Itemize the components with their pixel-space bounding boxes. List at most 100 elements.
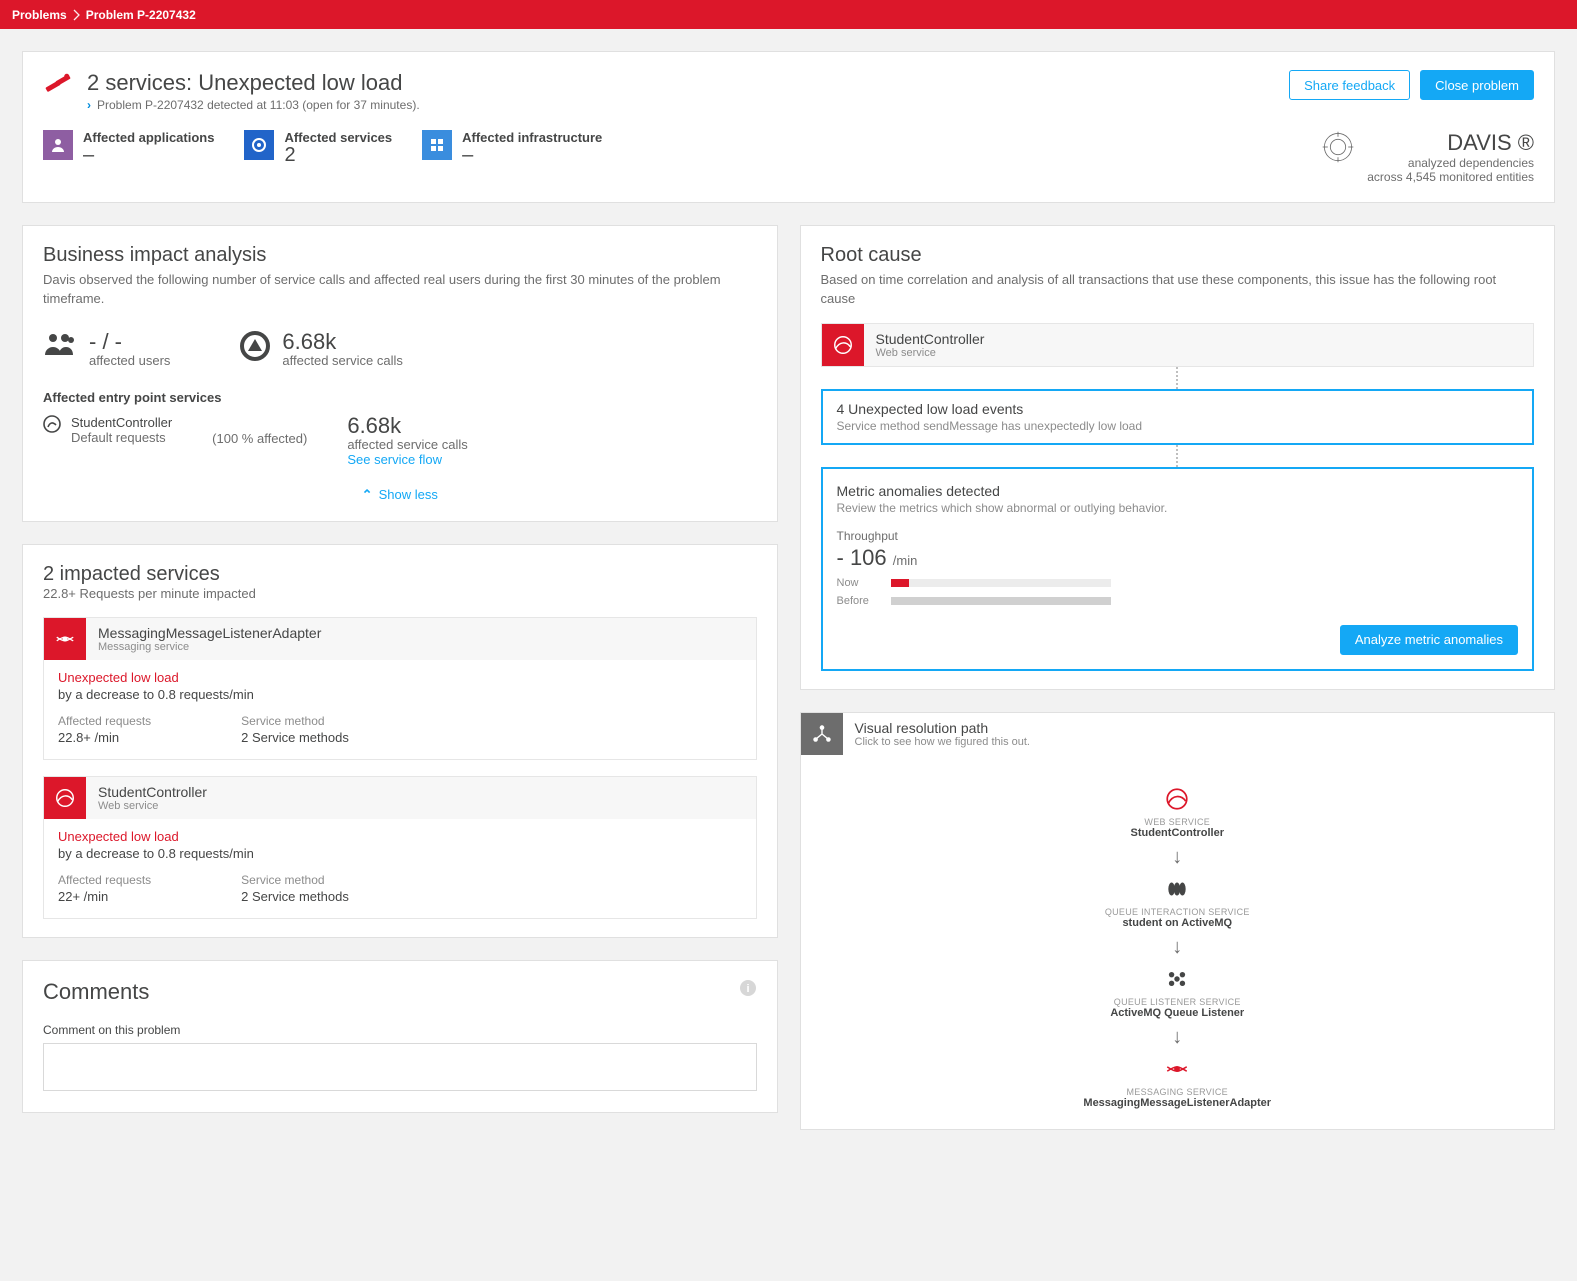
affected-requests-label: Affected requests	[58, 873, 151, 887]
connector-line	[1176, 445, 1178, 467]
rc-service-name: StudentController	[876, 331, 985, 347]
service-method-label: Service method	[241, 714, 349, 728]
throughput-label: Throughput	[837, 529, 1519, 543]
breadcrumb-root[interactable]: Problems	[12, 8, 67, 22]
breadcrumb-current: Problem P-2207432	[86, 8, 196, 22]
service-name: MessagingMessageListenerAdapter	[98, 625, 321, 641]
service-method-label: Service method	[241, 873, 349, 887]
impacted-service-card[interactable]: MessagingMessageListenerAdapter Messagin…	[43, 617, 757, 760]
davis-icon	[1321, 130, 1355, 167]
comments-title: Comments	[43, 979, 757, 1005]
rc-service-type: Web service	[876, 347, 985, 359]
davis-sub2: across 4,545 monitored entities	[1367, 170, 1534, 184]
services-icon	[244, 130, 274, 160]
messaging-service-icon	[44, 618, 86, 660]
flow-node[interactable]: MESSAGING SERVICE MessagingMessageListen…	[1083, 1055, 1271, 1109]
flow-node[interactable]: QUEUE LISTENER SERVICE ActiveMQ Queue Li…	[1110, 965, 1244, 1019]
flow-node[interactable]: WEB SERVICE StudentController	[1131, 785, 1225, 839]
entry-points-heading: Affected entry point services	[43, 390, 757, 405]
service-alert-detail: by a decrease to 0.8 requests/min	[58, 687, 742, 702]
bia-title: Business impact analysis	[43, 244, 757, 267]
problem-header-panel: 2 services: Unexpected low load ›Problem…	[22, 51, 1555, 203]
flow-node-category: WEB SERVICE	[1131, 817, 1225, 827]
service-method-value: 2 Service methods	[241, 889, 349, 904]
bia-desc: Davis observed the following number of s…	[43, 271, 757, 309]
svg-text:i: i	[746, 983, 749, 995]
queue-icon	[1163, 875, 1191, 903]
service-calls-icon	[240, 331, 270, 364]
chevron-right-icon	[73, 9, 80, 21]
arrow-down-icon: ↓	[1172, 937, 1182, 957]
affected-apps-label: Affected applications	[83, 130, 214, 145]
impacted-sub: 22.8+ Requests per minute impacted	[43, 586, 757, 601]
analyze-anomalies-button[interactable]: Analyze metric anomalies	[1340, 625, 1518, 655]
root-cause-desc: Based on time correlation and analysis o…	[821, 271, 1535, 309]
impacted-services-panel: 2 impacted services 22.8+ Requests per m…	[22, 544, 778, 938]
show-less-toggle[interactable]: Show less	[43, 487, 757, 503]
resolution-path-icon	[801, 713, 843, 755]
service-alert-detail: by a decrease to 0.8 requests/min	[58, 846, 742, 861]
arrow-down-icon: ↓	[1172, 1027, 1182, 1047]
chevron-right-icon: ›	[87, 98, 91, 112]
before-label: Before	[837, 595, 881, 607]
close-problem-button[interactable]: Close problem	[1420, 70, 1534, 100]
service-name: StudentController	[98, 784, 207, 800]
root-cause-service[interactable]: StudentController Web service	[821, 323, 1535, 367]
connector-line	[1176, 367, 1178, 389]
service-type: Web service	[98, 800, 207, 812]
impacted-title: 2 impacted services	[43, 563, 757, 586]
affected-users-label: affected users	[89, 353, 170, 368]
anomalies-sub: Review the metrics which show abnormal o…	[837, 501, 1519, 515]
comment-input[interactable]	[43, 1043, 757, 1091]
affected-services-value: 2	[284, 145, 392, 165]
davis-title: DAVIS ®	[1367, 130, 1534, 156]
service-method-value: 2 Service methods	[241, 730, 349, 745]
affected-infra-value: –	[462, 145, 602, 165]
applications-icon	[43, 130, 73, 160]
affected-requests-label: Affected requests	[58, 714, 151, 728]
entry-service-sub: Default requests	[71, 430, 172, 445]
page-subtitle: ›Problem P-2207432 detected at 11:03 (op…	[87, 98, 420, 112]
throughput-value: - 106 /min	[837, 545, 1519, 571]
rc-events-sub: Service method sendMessage has unexpecte…	[837, 419, 1519, 433]
entry-calls-label: affected service calls	[347, 437, 467, 452]
metric-anomalies-box: Metric anomalies detected Review the met…	[821, 467, 1535, 671]
entry-calls-value: 6.68k	[347, 415, 467, 437]
flow-node[interactable]: QUEUE INTERACTION SERVICE student on Act…	[1105, 875, 1250, 929]
arrow-down-icon: ↓	[1172, 847, 1182, 867]
flow-node-name: ActiveMQ Queue Listener	[1110, 1007, 1244, 1019]
affected-services-label: Affected services	[284, 130, 392, 145]
visual-resolution-panel: Visual resolution path Click to see how …	[800, 712, 1556, 1130]
page-title: 2 services: Unexpected low load	[87, 70, 420, 96]
davis-sub1: analyzed dependencies	[1367, 156, 1534, 170]
now-bar	[891, 579, 1111, 587]
share-feedback-button[interactable]: Share feedback	[1289, 70, 1410, 100]
service-icon	[43, 415, 61, 436]
root-cause-events-box[interactable]: 4 Unexpected low load events Service met…	[821, 389, 1535, 445]
web-service-icon	[44, 777, 86, 819]
flow-node-category: QUEUE LISTENER SERVICE	[1110, 997, 1244, 1007]
flow-node-name: MessagingMessageListenerAdapter	[1083, 1097, 1271, 1109]
affected-infra-label: Affected infrastructure	[462, 130, 602, 145]
web-service-icon	[822, 324, 864, 366]
affected-users-value: - / -	[89, 331, 170, 353]
entry-service-name[interactable]: StudentController	[71, 415, 172, 430]
anomalies-title: Metric anomalies detected	[837, 483, 1519, 499]
impacted-service-card[interactable]: StudentController Web service Unexpected…	[43, 776, 757, 919]
affected-requests-value: 22.8+ /min	[58, 730, 151, 745]
queue-listener-icon	[1163, 965, 1191, 993]
problem-icon	[43, 70, 73, 103]
before-bar	[891, 597, 1111, 605]
flow-node-category: MESSAGING SERVICE	[1083, 1087, 1271, 1097]
root-cause-title: Root cause	[821, 244, 1535, 267]
service-type: Messaging service	[98, 641, 321, 653]
comments-panel: i Comments Comment on this problem	[22, 960, 778, 1113]
vrp-header[interactable]: Visual resolution path Click to see how …	[801, 713, 1555, 755]
affected-calls-value: 6.68k	[282, 331, 402, 353]
see-service-flow-link[interactable]: See service flow	[347, 452, 467, 467]
affected-calls-label: affected service calls	[282, 353, 402, 368]
info-icon[interactable]: i	[739, 979, 757, 1000]
now-label: Now	[837, 577, 881, 589]
vrp-title: Visual resolution path	[855, 720, 1030, 736]
service-alert: Unexpected low load	[58, 670, 742, 685]
